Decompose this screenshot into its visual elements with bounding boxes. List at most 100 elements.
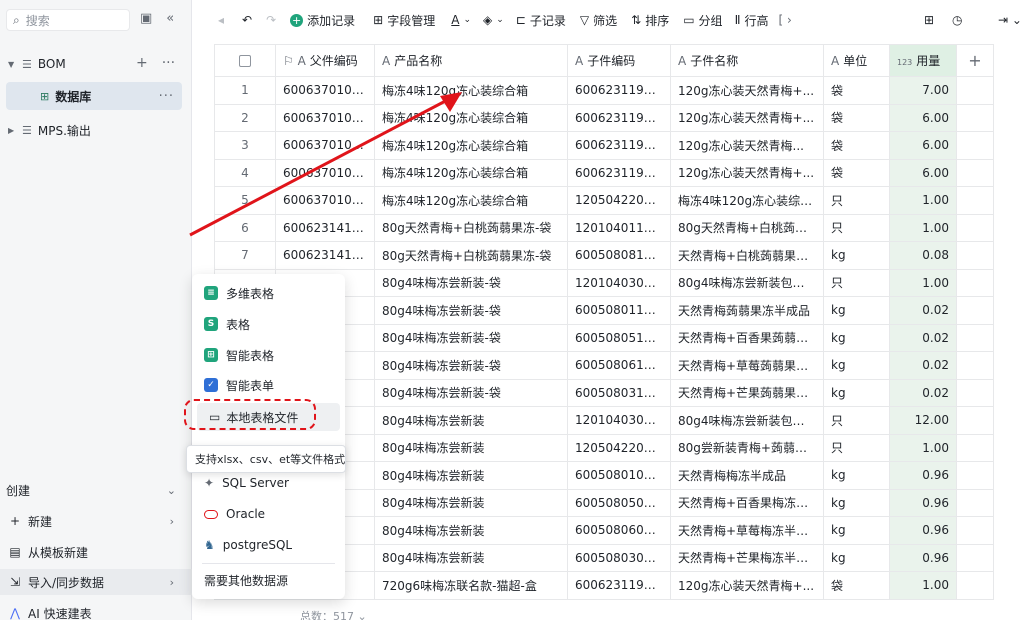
sub-record-button[interactable]: ⊏ 子记录 bbox=[516, 12, 566, 29]
table-cell[interactable]: 80g4味梅冻尝新装-袋 bbox=[374, 268, 568, 297]
sort-button[interactable]: ⇅ 排序 bbox=[631, 12, 669, 29]
table-cell[interactable]: 6.00 bbox=[889, 103, 957, 132]
table-cell[interactable]: 600508011399 bbox=[567, 296, 671, 325]
table-cell[interactable]: 6.00 bbox=[889, 158, 957, 187]
table-cell[interactable]: 0.02 bbox=[889, 378, 957, 407]
table-cell[interactable]: 1.00 bbox=[889, 571, 957, 600]
caret-right-icon[interactable]: ▶ bbox=[8, 126, 16, 135]
row-index[interactable]: 7 bbox=[214, 241, 276, 270]
table-cell[interactable]: 120104030885 bbox=[567, 406, 671, 435]
table-cell[interactable]: 80g4味梅冻尝新装-袋 bbox=[374, 323, 568, 352]
menu-item-other-datasource[interactable]: 需要其他数据源 bbox=[192, 566, 345, 594]
table-cell[interactable]: 600623119292 bbox=[567, 571, 671, 600]
table-cell[interactable]: 天然青梅+百香果梅冻半... bbox=[670, 488, 824, 517]
table-cell[interactable]: 80g尝新装青梅+蒟蒻梅... bbox=[670, 433, 824, 462]
table-cell[interactable]: 600637010595 bbox=[275, 186, 375, 215]
table-cell[interactable]: 120g冻心装天然青梅+... bbox=[670, 571, 824, 600]
column-header[interactable]: 123 用量 bbox=[889, 44, 957, 77]
table-cell[interactable]: 80g天然青梅+白桃蒟蒻... bbox=[670, 213, 824, 242]
table-cell[interactable]: 只 bbox=[823, 406, 890, 435]
filter-button[interactable]: ▽ 筛选 bbox=[580, 12, 617, 29]
select-all-checkbox[interactable] bbox=[214, 44, 276, 77]
table-cell[interactable]: 只 bbox=[823, 268, 890, 297]
table-cell[interactable]: 120504220590 bbox=[567, 186, 671, 215]
table-cell[interactable]: 120g冻心装天然青梅+... bbox=[670, 76, 824, 105]
table-cell[interactable]: 0.02 bbox=[889, 296, 957, 325]
table-cell[interactable]: 600508081394 bbox=[567, 241, 671, 270]
table-cell[interactable]: 0.96 bbox=[889, 461, 957, 490]
table-cell[interactable]: 80g4味梅冻尝新装-袋 bbox=[374, 378, 568, 407]
table-cell[interactable]: 袋 bbox=[823, 158, 890, 187]
ai-create-table-button[interactable]: ⋀ AI 快速建表 bbox=[0, 600, 192, 620]
menu-item-postgresql[interactable]: ♞ postgreSQL bbox=[192, 531, 345, 559]
field-manage-button[interactable]: ⊞ 字段管理 bbox=[373, 12, 435, 29]
row-index[interactable]: 5 bbox=[214, 186, 276, 215]
table-cell[interactable]: 600623119020 bbox=[567, 158, 671, 187]
table-cell[interactable]: 80g4味梅冻尝新装包装袋 bbox=[670, 268, 824, 297]
row-height-button[interactable]: Ⅱ 行高 bbox=[735, 12, 769, 29]
prev-icon[interactable]: ◂ bbox=[218, 13, 224, 27]
table-cell[interactable]: 6.00 bbox=[889, 131, 957, 160]
table-cell[interactable]: 0.02 bbox=[889, 351, 957, 380]
table-cell[interactable]: kg bbox=[823, 516, 890, 545]
menu-item-sql-server[interactable]: ✦ SQL Server bbox=[192, 469, 345, 497]
table-cell[interactable]: 80g4味梅冻尝新装 bbox=[374, 516, 568, 545]
new-button[interactable]: + 新建 › bbox=[0, 508, 192, 534]
table-row[interactable]: 2 600637010595 梅冻4味120g冻心装综合箱 600623119017 1… bbox=[214, 103, 994, 132]
table-cell[interactable]: 600637010595 bbox=[275, 158, 375, 187]
table-cell[interactable]: 天然青梅+白桃蒟蒻果冻... bbox=[670, 241, 824, 270]
redo-icon[interactable]: ↷ bbox=[266, 13, 276, 27]
table-cell[interactable]: 600508010004 bbox=[567, 461, 671, 490]
new-from-template-button[interactable]: ▤ 从模板新建 bbox=[0, 539, 192, 565]
table-row[interactable]: 1 600637010595 梅冻4味120g冻心装综合箱 600623119018 1… bbox=[214, 76, 994, 105]
add-column-button[interactable]: + bbox=[956, 44, 994, 77]
table-cell[interactable]: 天然青梅+百香果蒟蒻果... bbox=[670, 323, 824, 352]
table-cell[interactable]: 600623141672 bbox=[275, 213, 375, 242]
table-cell[interactable]: 120g冻心装天然青梅+... bbox=[670, 103, 824, 132]
table-cell[interactable]: 梅冻4味120g冻心装综合... bbox=[670, 186, 824, 215]
table-cell[interactable]: 120g冻心装天然青梅+... bbox=[670, 158, 824, 187]
row-index[interactable]: 1 bbox=[214, 76, 276, 105]
table-cell[interactable]: 只 bbox=[823, 186, 890, 215]
table-cell[interactable]: 0.02 bbox=[889, 323, 957, 352]
table-cell[interactable]: 720g6味梅冻联名款-猫超-盒 bbox=[374, 571, 568, 600]
table-cell[interactable]: 80g4味梅冻尝新装 bbox=[374, 543, 568, 572]
table-cell[interactable]: 80g4味梅冻尝新装 bbox=[374, 406, 568, 435]
import-sync-button[interactable]: ⇲ 导入/同步数据 › bbox=[0, 569, 192, 595]
create-section-header[interactable]: 创建 ⌄ bbox=[0, 477, 192, 503]
more-icon[interactable]: ··· bbox=[162, 55, 175, 71]
row-index[interactable]: 4 bbox=[214, 158, 276, 187]
table-row[interactable]: 7 600623141672 80g天然青梅+白桃蒟蒻果冻-袋 60050808139… bbox=[214, 241, 994, 270]
layout-icon[interactable]: ⊞ bbox=[924, 13, 934, 27]
table-cell[interactable]: 0.08 bbox=[889, 241, 957, 270]
table-cell[interactable]: 600637010595 bbox=[275, 76, 375, 105]
table-cell[interactable]: 80g4味梅冻尝新装-袋 bbox=[374, 296, 568, 325]
table-cell[interactable]: 7.00 bbox=[889, 76, 957, 105]
table-cell[interactable]: 12.00 bbox=[889, 406, 957, 435]
table-cell[interactable]: kg bbox=[823, 296, 890, 325]
table-cell[interactable]: 80g4味梅冻尝新装 bbox=[374, 433, 568, 462]
table-row[interactable]: 4 600637010595 梅冻4味120g冻心装综合箱 600623119020 1… bbox=[214, 158, 994, 187]
table-cell[interactable]: 600623119016 bbox=[567, 131, 671, 160]
table-cell[interactable]: 只 bbox=[823, 213, 890, 242]
menu-item-oracle[interactable]: Oracle bbox=[192, 500, 345, 528]
menu-item-smart-sheet[interactable]: ⊞ 智能表格 bbox=[192, 341, 345, 369]
table-cell[interactable]: 梅冻4味120g冻心装综合箱 bbox=[374, 131, 568, 160]
table-cell[interactable]: 80g天然青梅+白桃蒟蒻果冻-袋 bbox=[374, 241, 568, 270]
table-cell[interactable]: 1.00 bbox=[889, 433, 957, 462]
table-cell[interactable]: 600508030004 bbox=[567, 543, 671, 572]
menu-item-sheet[interactable]: S 表格 bbox=[192, 310, 345, 338]
add-icon[interactable]: + bbox=[136, 55, 148, 71]
row-index[interactable]: 6 bbox=[214, 213, 276, 242]
table-cell[interactable]: kg bbox=[823, 378, 890, 407]
table-cell[interactable]: 80g4味梅冻尝新装 bbox=[374, 461, 568, 490]
table-cell[interactable]: 600508031396 bbox=[567, 378, 671, 407]
menu-item-multidim-table[interactable]: ≡ 多维表格 bbox=[192, 279, 345, 307]
table-cell[interactable]: 600508051398 bbox=[567, 323, 671, 352]
table-cell[interactable]: 120504220581 bbox=[567, 433, 671, 462]
table-cell[interactable]: 只 bbox=[823, 433, 890, 462]
table-cell[interactable]: 袋 bbox=[823, 131, 890, 160]
table-cell[interactable]: 600637010595 bbox=[275, 103, 375, 132]
search-input[interactable]: ⌕ 搜索 bbox=[6, 9, 130, 31]
more-tools-icon[interactable]: [ › bbox=[778, 13, 791, 27]
